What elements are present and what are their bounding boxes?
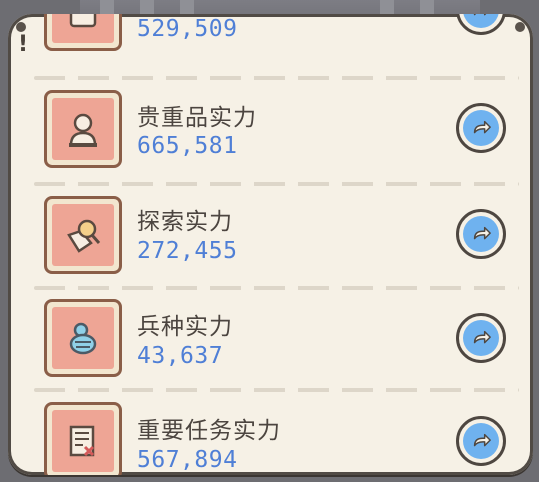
row-divider [34, 76, 519, 80]
arrow-right-icon [473, 330, 491, 344]
row-divider [34, 182, 519, 186]
goto-button[interactable] [456, 313, 506, 363]
row-value: 567,894 [137, 447, 238, 473]
goto-button[interactable] [456, 103, 506, 153]
row-value: 529,509 [137, 16, 238, 42]
arrow-right-icon [473, 14, 487, 16]
bust-icon-tile [44, 90, 122, 168]
list-item: 重要任务实力 567,894 [8, 402, 533, 475]
row-value: 665,581 [137, 133, 238, 159]
goto-button[interactable] [456, 416, 506, 466]
row-title: 兵种实力 [137, 314, 233, 340]
bust-icon [69, 113, 97, 147]
row-divider [34, 286, 519, 290]
magnifier-icon [67, 219, 101, 253]
soldier-icon [69, 322, 97, 355]
row-value: 272,455 [137, 238, 238, 264]
row-value: 43,637 [137, 343, 224, 369]
scroll-icon [69, 14, 97, 28]
row-title: 重要任务实力 [137, 418, 281, 444]
list-item: 兵种实力 43,637 [8, 299, 533, 399]
document-icon [69, 425, 95, 457]
strength-panel: ! 529,509 贵重品实力 665,581 探索实力 272,455 兵种实… [8, 14, 533, 475]
goto-button[interactable] [456, 209, 506, 259]
row-divider [34, 388, 519, 392]
list-item: 探索实力 272,455 [8, 196, 533, 296]
soldier-icon-tile [44, 299, 122, 377]
list-item: 贵重品实力 665,581 [8, 90, 533, 190]
scroll-icon-tile [44, 14, 122, 51]
arrow-right-icon [473, 120, 491, 134]
arrow-right-icon [473, 226, 491, 240]
arrow-right-icon [473, 433, 491, 447]
magnifier-icon-tile [44, 196, 122, 274]
row-title: 探索实力 [137, 209, 233, 235]
list-item: 529,509 [8, 14, 533, 73]
goto-button[interactable] [456, 14, 506, 35]
row-title: 贵重品实力 [137, 105, 257, 131]
document-icon-tile [44, 402, 122, 475]
strength-list[interactable]: 529,509 贵重品实力 665,581 探索实力 272,455 兵种实力 … [8, 14, 533, 475]
